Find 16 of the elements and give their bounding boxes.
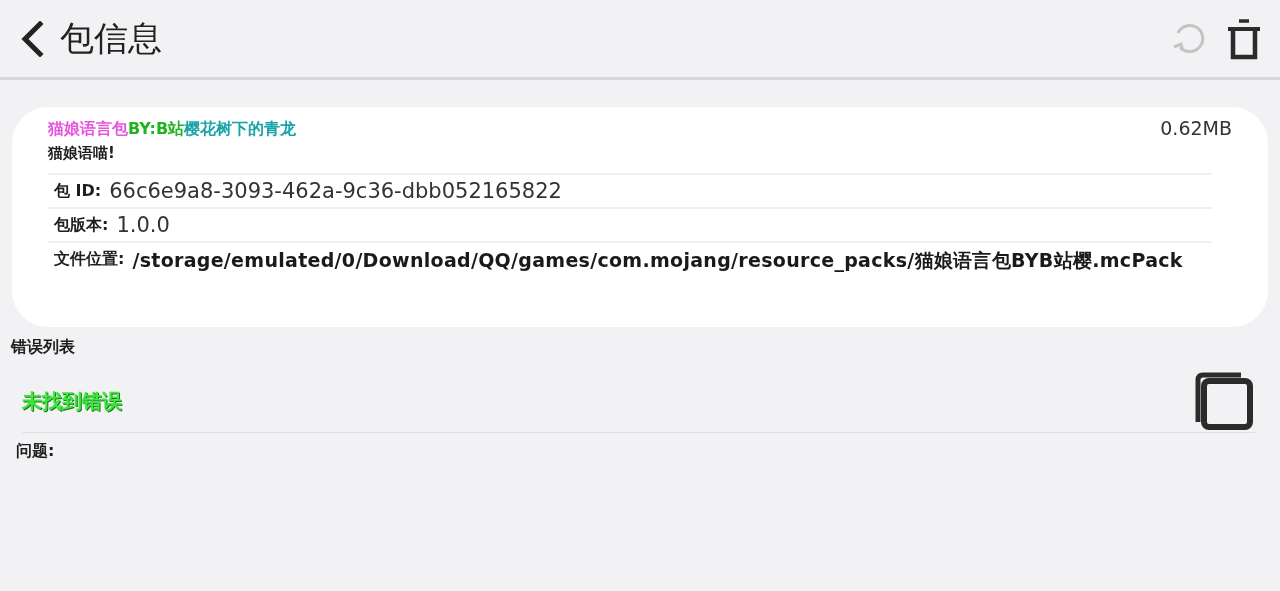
field-value: 66c6e9a8-3093-462a-9c36-dbb052165822 — [109, 179, 562, 203]
field-label: 文件位置: — [54, 249, 125, 270]
field-label: 包版本: — [54, 215, 109, 236]
copy-icon[interactable] — [1193, 370, 1255, 432]
field-label: 包 ID: — [54, 181, 102, 202]
pack-size: 0.62MB — [1160, 117, 1232, 139]
problems-label: 问题: — [16, 441, 56, 462]
page-title: 包信息 — [60, 16, 162, 60]
status-text: 未找到错误 — [22, 387, 122, 415]
pack-title: 猫娘语言包BY:B站樱花树下的青龙 — [48, 119, 297, 140]
section-heading: 错误列表 — [11, 337, 76, 358]
field-value: /storage/emulated/0/Download/QQ/games/com.mojang/resource_packs/猫娘语言包BYB站樱.mcPack — [132, 248, 1183, 274]
delete-icon[interactable] — [1226, 16, 1262, 61]
back-icon[interactable] — [20, 20, 44, 57]
field-value: 1.0.0 — [116, 213, 170, 237]
pack-description: 猫娘语喵! — [48, 144, 1212, 175]
